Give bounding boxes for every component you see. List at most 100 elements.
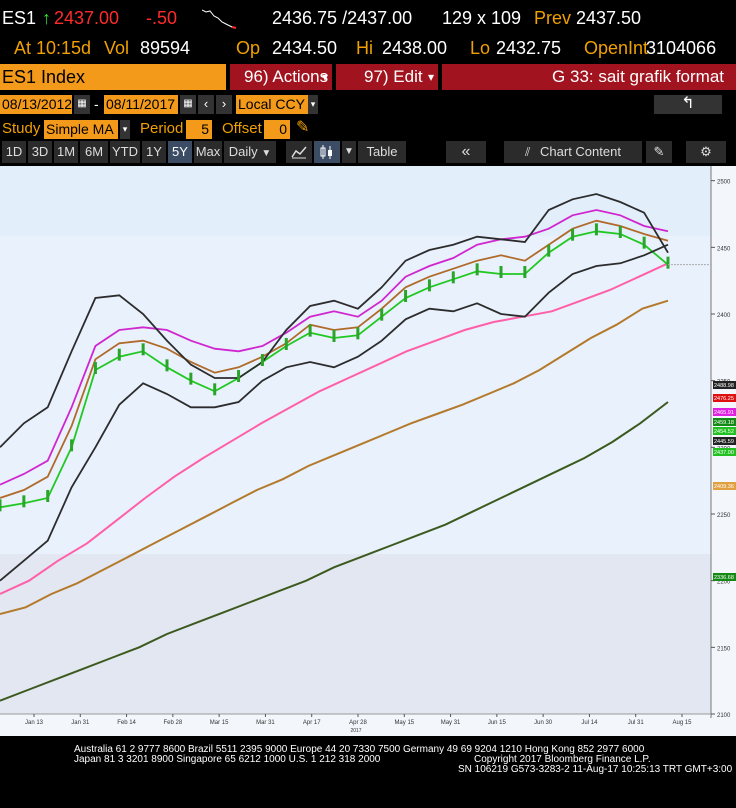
edit-dropdown-icon: ▾ xyxy=(428,70,435,84)
x-tick-label: Jul 31 xyxy=(628,720,645,726)
annotate-icon[interactable]: ✎ xyxy=(646,141,672,163)
chart-title: G 33: sait grafik format xyxy=(552,67,724,86)
open-interest-label: OpenInt xyxy=(584,38,649,58)
offset-value: 0 xyxy=(279,121,287,137)
candle-bar xyxy=(427,279,431,292)
footer-line-3: SN 106219 G573-3283-2 11-Aug-17 10:25:13… xyxy=(458,764,733,775)
range-1y-button[interactable]: 1Y xyxy=(142,141,166,163)
offset-field[interactable]: 0 xyxy=(264,120,290,139)
price-label-text: 2476.25 xyxy=(714,396,734,402)
period-field[interactable]: 5 xyxy=(186,120,212,139)
chart-content-button[interactable]: ⫽ Chart Content xyxy=(504,141,642,163)
study-type: Simple MA xyxy=(46,121,114,137)
prev-period-icon[interactable]: ‹ xyxy=(198,95,214,114)
range-ytd-button[interactable]: YTD xyxy=(110,141,140,163)
frequency-select[interactable]: Daily ▼ xyxy=(224,141,276,163)
x-tick-label: May 31 xyxy=(441,720,461,726)
candle-chart-icon[interactable] xyxy=(314,141,340,163)
end-date: 08/11/2017 xyxy=(106,96,176,112)
candle-bar xyxy=(475,263,479,276)
security-field[interactable]: ES1 Index xyxy=(0,64,226,90)
pencil-icon[interactable]: ✎ xyxy=(296,118,309,138)
table-button[interactable]: Table xyxy=(358,141,406,163)
actions-menu[interactable]: 96) Actions ▾ xyxy=(230,64,332,90)
high-value: 2438.00 xyxy=(382,38,448,58)
candle-bar xyxy=(22,495,26,508)
candle-bar xyxy=(547,244,551,257)
range-1d-button[interactable]: 1D xyxy=(2,141,26,163)
candle-bar xyxy=(618,226,622,238)
security-name: ES1 Index xyxy=(2,67,86,87)
quote-time: 10:15d xyxy=(36,38,92,58)
price-label-text: 2445.59 xyxy=(714,439,734,445)
next-period-icon[interactable]: › xyxy=(216,95,232,114)
currency-select[interactable]: Local CCY xyxy=(236,95,308,114)
range-max-button[interactable]: Max xyxy=(194,141,222,163)
candle-bar xyxy=(93,362,97,374)
y-tick-label: 2100 xyxy=(717,713,731,719)
candle-bar xyxy=(451,271,455,284)
study-dropdown-icon[interactable]: ▾ xyxy=(120,120,130,139)
footer-line-2: Japan 81 3 3201 8900 Singapore 65 6212 1… xyxy=(74,754,381,765)
up-arrow-icon: ↑ xyxy=(42,8,51,28)
ticker[interactable]: ES1 xyxy=(2,8,36,28)
candle-bar xyxy=(165,359,169,372)
x-tick-label: Apr 17 xyxy=(303,720,321,726)
chart-type-dropdown-icon[interactable]: ▼ xyxy=(342,141,356,163)
actions-dropdown-icon: ▾ xyxy=(322,70,329,84)
range-3d-button[interactable]: 3D xyxy=(28,141,52,163)
actions-label: 96) Actions xyxy=(244,67,329,86)
x-tick-label: Jun 30 xyxy=(534,720,553,726)
start-date: 08/13/2012 xyxy=(2,96,73,112)
end-date-field[interactable]: 08/11/2017 xyxy=(104,95,178,114)
y-tick-label: 2150 xyxy=(717,646,731,652)
candle-bar xyxy=(571,228,575,241)
bid-ask-size: 129 x 109 xyxy=(442,8,522,28)
candle-bar xyxy=(260,354,264,366)
volume: 89594 xyxy=(140,38,191,58)
x-tick-label: Apr 28 xyxy=(349,720,367,726)
vol-label: Vol xyxy=(104,38,130,58)
study-label: Study xyxy=(2,120,41,137)
range-5y-button[interactable]: 5Y xyxy=(168,141,192,163)
low-label: Lo xyxy=(470,38,491,58)
currency-dropdown-icon[interactable]: ▾ xyxy=(308,95,318,114)
x-tick-label: Mar 31 xyxy=(256,720,275,726)
prev-label: Prev xyxy=(534,8,572,28)
start-date-field[interactable]: 08/13/2012 xyxy=(0,95,72,114)
start-calendar-icon[interactable]: ▦ xyxy=(74,95,90,114)
y-tick-label: 2250 xyxy=(717,513,731,519)
net-change: -.50 xyxy=(146,8,178,28)
candle-bar xyxy=(499,266,503,278)
frequency-dropdown-icon: ▼ xyxy=(261,148,272,159)
candle-bar xyxy=(308,324,312,337)
candle-bar xyxy=(404,290,408,302)
candle-bar xyxy=(380,308,384,321)
period-value: 5 xyxy=(201,121,209,137)
study-type-select[interactable]: Simple MA xyxy=(44,120,118,139)
chart-content-icon: ⫽ xyxy=(525,145,531,159)
candle-bar xyxy=(117,348,121,361)
candle-bar xyxy=(642,236,646,249)
x-tick-label: Mar 15 xyxy=(210,720,229,726)
line-chart-icon[interactable] xyxy=(286,141,312,163)
price-label-text: 2336.68 xyxy=(714,575,734,581)
open-interest-value: 3104066 xyxy=(646,38,717,58)
price-chart[interactable]: 250024502400235023002250220021502100Jan … xyxy=(0,166,736,736)
edit-menu[interactable]: 97) Edit ▾ xyxy=(336,64,438,90)
price-label-text: 2409.36 xyxy=(714,484,734,490)
open-value: 2434.50 xyxy=(272,38,338,58)
back-button[interactable]: ↰ xyxy=(654,95,722,114)
end-calendar-icon[interactable]: ▦ xyxy=(180,95,196,114)
collapse-icon[interactable]: « xyxy=(446,141,486,163)
x-tick-label: Aug 15 xyxy=(672,720,692,726)
x-tick-label: Jan 13 xyxy=(25,720,44,726)
range-1m-button[interactable]: 1M xyxy=(54,141,78,163)
low-value: 2432.75 xyxy=(496,38,562,58)
sparkline-icon xyxy=(202,9,237,29)
offset-label: Offset xyxy=(222,120,262,137)
range-6m-button[interactable]: 6M xyxy=(80,141,108,163)
settings-gear-icon[interactable]: ⚙ xyxy=(686,141,726,163)
candle-bar xyxy=(237,370,241,382)
candle-bar xyxy=(0,499,2,512)
